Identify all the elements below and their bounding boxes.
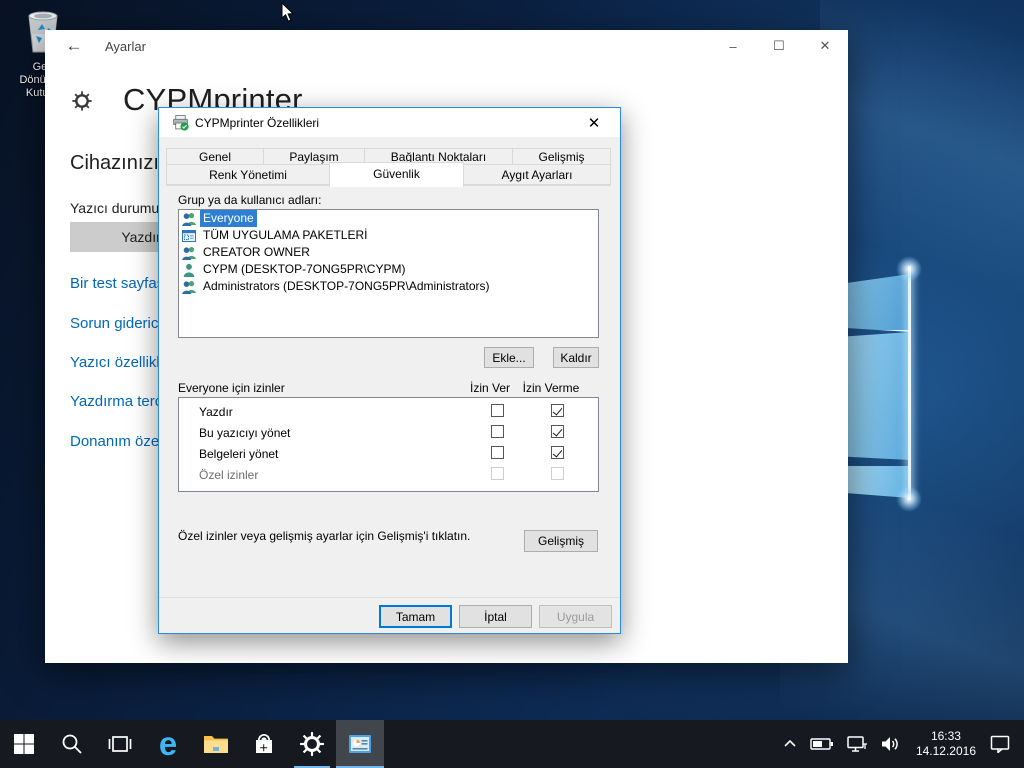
permissions-box: Yazdır Bu yazıcıyı yönet Belgeleri yönet… xyxy=(178,397,599,492)
deny-checkbox-manage-printer[interactable] xyxy=(551,425,564,438)
taskbar-clock[interactable]: 16:33 14.12.2016 xyxy=(908,729,984,759)
edge-browser-icon[interactable]: e xyxy=(144,720,192,768)
gear-icon xyxy=(71,90,93,117)
speaker-icon[interactable] xyxy=(874,720,908,768)
advanced-hint: Özel izinler veya gelişmiş ayarlar için … xyxy=(178,529,471,543)
close-button[interactable]: ✕ xyxy=(802,30,848,62)
dialog-title: CYPMprinter Özellikleri xyxy=(195,116,320,130)
add-button[interactable]: Ekle... xyxy=(484,347,534,368)
group-icon xyxy=(181,245,197,261)
tab-renk-yonetimi[interactable]: Renk Yönetimi xyxy=(166,164,330,185)
deny-column-header: İzin Verme xyxy=(522,381,580,395)
printer-icon xyxy=(172,114,189,134)
battery-icon[interactable] xyxy=(804,720,840,768)
clock-time: 16:33 xyxy=(930,729,961,743)
allow-checkbox-manage-documents[interactable] xyxy=(491,446,504,459)
file-explorer-icon[interactable] xyxy=(192,720,240,768)
chevron-up-icon[interactable] xyxy=(776,720,804,768)
glow-highlight xyxy=(896,256,922,282)
dialog-titlebar[interactable]: CYPMprinter Özellikleri ✕ xyxy=(159,108,620,137)
deny-checkbox-special xyxy=(551,467,564,480)
list-item-everyone[interactable]: Everyone xyxy=(179,210,598,227)
user-icon xyxy=(181,262,197,278)
tab-gelismis[interactable]: Gelişmiş xyxy=(512,148,611,165)
clock-date: 14.12.2016 xyxy=(915,744,976,758)
apply-button: Uygula xyxy=(539,605,612,628)
allow-checkbox-manage-printer[interactable] xyxy=(491,425,504,438)
search-icon[interactable] xyxy=(48,720,96,768)
list-item-administrators[interactable]: Administrators (DESKTOP-7ONG5PR\Administ… xyxy=(179,278,598,295)
permissions-for-label: Everyone için izinler xyxy=(178,381,285,395)
list-item-creator-owner[interactable]: CREATOR OWNER xyxy=(179,244,598,261)
system-tray: 16:33 14.12.2016 xyxy=(776,720,1024,768)
group-icon xyxy=(181,279,197,295)
mouse-cursor xyxy=(281,1,296,29)
ok-button[interactable]: Tamam xyxy=(379,605,452,628)
tab-genel[interactable]: Genel xyxy=(166,148,264,165)
tab-aygit-ayarlari[interactable]: Aygıt Ayarları xyxy=(463,164,611,185)
close-icon[interactable]: ✕ xyxy=(574,108,614,137)
group-users-label: Grup ya da kullanıcı adları: xyxy=(178,193,322,207)
windows-logo-edge xyxy=(908,266,911,500)
network-icon[interactable] xyxy=(840,720,874,768)
permission-row-manage-printer: Bu yazıcıyı yönet xyxy=(179,424,598,441)
taskbar: e 16:33 14.12.2016 xyxy=(0,720,1024,768)
light-beam xyxy=(820,0,1024,300)
group-icon xyxy=(181,211,197,227)
remove-button[interactable]: Kaldır xyxy=(553,347,599,368)
back-arrow-icon[interactable]: ← xyxy=(57,33,91,59)
store-icon[interactable] xyxy=(240,720,288,768)
app-packages-icon xyxy=(181,228,197,244)
allow-checkbox-special xyxy=(491,467,504,480)
footer-divider xyxy=(159,597,620,598)
deny-checkbox-manage-documents[interactable] xyxy=(551,446,564,459)
settings-taskbar-icon[interactable] xyxy=(288,720,336,768)
cancel-button[interactable]: İptal xyxy=(459,605,532,628)
permission-row-manage-documents: Belgeleri yönet xyxy=(179,445,598,462)
printer-status-label: Yazıcı durumu: xyxy=(70,200,164,216)
allow-column-header: İzin Ver xyxy=(469,381,511,395)
group-users-listbox[interactable]: Everyone TÜM UYGULAMA PAKETLERİ CREATOR … xyxy=(178,209,599,338)
printer-window-taskbar-icon[interactable] xyxy=(336,720,384,768)
tab-guvenlik[interactable]: Güvenlik xyxy=(329,162,464,187)
window-controls: – ☐ ✕ xyxy=(710,30,848,62)
deny-checkbox-print[interactable] xyxy=(551,404,564,417)
maximize-button[interactable]: ☐ xyxy=(756,30,802,62)
printer-properties-dialog: CYPMprinter Özellikleri ✕ Genel Paylaşım… xyxy=(158,107,621,634)
settings-titlebar[interactable]: ← Ayarlar – ☐ ✕ xyxy=(45,30,848,62)
task-view-button[interactable] xyxy=(96,720,144,768)
start-button[interactable] xyxy=(0,720,48,768)
list-item-all-app-packages[interactable]: TÜM UYGULAMA PAKETLERİ xyxy=(179,227,598,244)
permission-row-special: Özel izinler xyxy=(179,466,598,483)
action-center-icon[interactable] xyxy=(984,720,1024,768)
allow-checkbox-print[interactable] xyxy=(491,404,504,417)
minimize-button[interactable]: – xyxy=(710,30,756,62)
permission-row-print: Yazdır xyxy=(179,403,598,420)
glow-highlight xyxy=(896,486,922,512)
settings-window-title: Ayarlar xyxy=(105,39,146,54)
advanced-button[interactable]: Gelişmiş xyxy=(524,530,598,552)
list-item-cypm-user[interactable]: CYPM (DESKTOP-7ONG5PR\CYPM) xyxy=(179,261,598,278)
desktop: Geri Dönüşüm Kutusu ← Ayarlar – ☐ ✕ CYPM… xyxy=(0,0,1024,768)
